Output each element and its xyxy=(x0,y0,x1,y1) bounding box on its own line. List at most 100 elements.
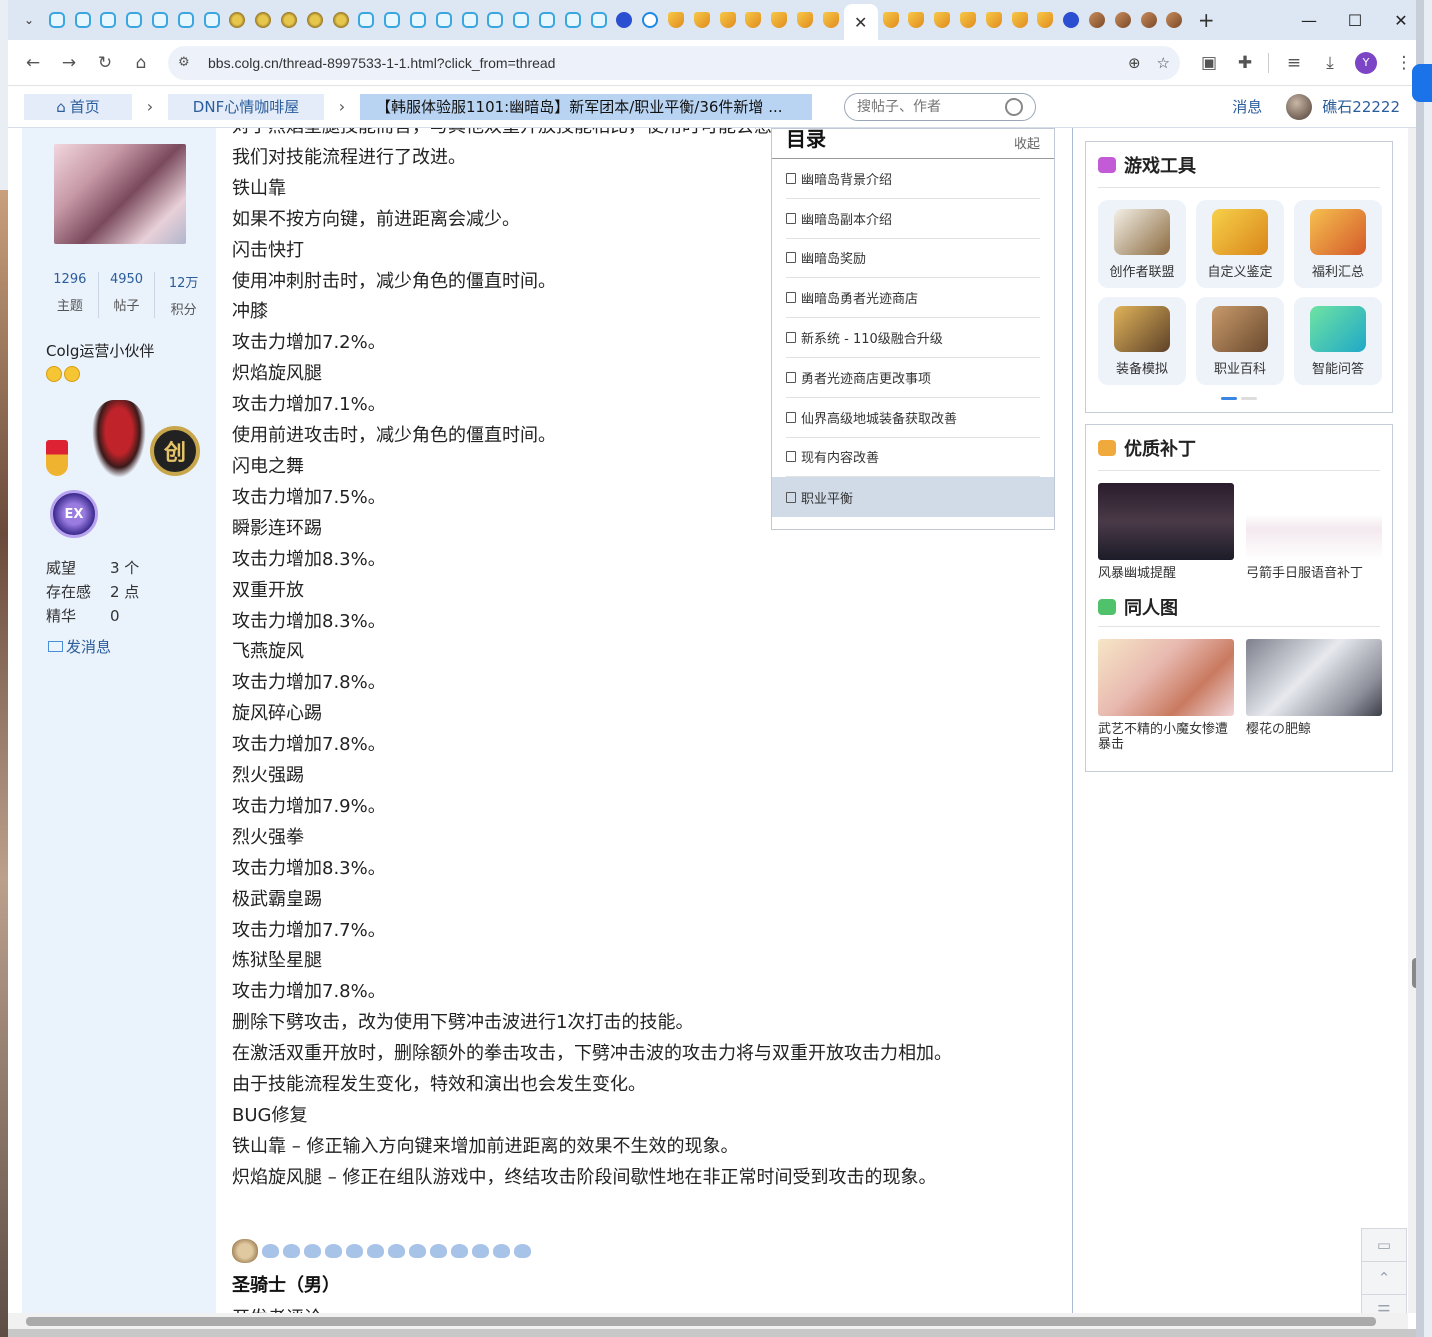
browser-tab[interactable] xyxy=(1110,5,1136,35)
browser-tab[interactable] xyxy=(663,5,689,35)
browser-tab[interactable] xyxy=(586,5,612,35)
user-menu[interactable]: 礁石22222 xyxy=(1286,93,1400,120)
toc-item[interactable]: 幽暗岛勇者光迹商店 xyxy=(786,278,1040,319)
browser-tab[interactable] xyxy=(457,5,483,35)
browser-tab[interactable] xyxy=(44,5,70,35)
browser-tab[interactable] xyxy=(225,5,251,35)
scrollbar-thumb[interactable] xyxy=(26,1317,1376,1326)
toc-item[interactable]: 职业平衡 xyxy=(772,477,1054,518)
patch-thumbnail[interactable] xyxy=(1246,483,1382,560)
tool-card[interactable]: 创作者联盟 xyxy=(1098,200,1186,288)
browser-tab[interactable] xyxy=(904,5,930,35)
browser-tab[interactable] xyxy=(929,5,955,35)
messages-link[interactable]: 消息 xyxy=(1232,96,1262,117)
browser-tab[interactable] xyxy=(689,5,715,35)
media-icon[interactable]: ▣ xyxy=(1192,46,1226,80)
browser-tab[interactable] xyxy=(147,5,173,35)
maximize-button[interactable]: ☐ xyxy=(1332,0,1378,40)
reading-list-icon[interactable]: ≡ xyxy=(1277,46,1311,80)
toc-item[interactable]: 新系统 - 110级融合升级 xyxy=(786,318,1040,358)
url-text[interactable]: bbs.colg.cn/thread-8997533-1-1.html?clic… xyxy=(208,55,1112,71)
horizontal-scrollbar[interactable] xyxy=(8,1313,1408,1329)
tool-card[interactable]: 智能问答 xyxy=(1294,297,1382,385)
browser-tab[interactable] xyxy=(715,5,741,35)
stat-item[interactable]: 4950 帖子 xyxy=(99,272,156,318)
toc-item[interactable]: 勇者光迹商店更改事项 xyxy=(786,358,1040,398)
browser-tab[interactable] xyxy=(1161,5,1187,35)
minimize-button[interactable]: — xyxy=(1286,0,1332,40)
character-badge-icon[interactable] xyxy=(92,400,146,478)
browser-tab[interactable] xyxy=(302,5,328,35)
browser-tab[interactable] xyxy=(328,5,354,35)
browser-tab[interactable] xyxy=(878,5,904,35)
side-panel-button[interactable] xyxy=(1412,64,1432,102)
active-tab[interactable]: ✕ xyxy=(843,4,878,40)
fanart-thumbnail[interactable] xyxy=(1098,639,1234,716)
browser-tab[interactable] xyxy=(508,5,534,35)
tool-card[interactable]: 装备模拟 xyxy=(1098,297,1186,385)
carousel-dot[interactable] xyxy=(1241,397,1257,400)
bookmark-star-icon[interactable]: ☆ xyxy=(1157,54,1170,72)
search-input[interactable] xyxy=(857,98,1005,115)
toc-collapse-button[interactable]: 收起 xyxy=(1014,133,1040,152)
stat-item[interactable]: 12万 积分 xyxy=(155,272,212,318)
search-icon[interactable] xyxy=(1005,97,1023,116)
comment-icon[interactable]: ▭ xyxy=(1361,1228,1407,1262)
browser-tab[interactable] xyxy=(955,5,981,35)
fanart-caption[interactable]: 武艺不精的小魔女惨遭暴击 xyxy=(1098,722,1234,752)
browser-tab[interactable] xyxy=(199,5,225,35)
toc-item[interactable]: 幽暗岛奖励 xyxy=(786,239,1040,279)
browser-tab[interactable] xyxy=(70,5,96,35)
patch-thumbnail[interactable] xyxy=(1098,483,1234,560)
browser-tab[interactable] xyxy=(96,5,122,35)
toc-item[interactable]: 现有内容改善 xyxy=(786,438,1040,478)
toc-item[interactable]: 幽暗岛背景介绍 xyxy=(786,159,1040,199)
browser-tab[interactable] xyxy=(981,5,1007,35)
forward-button[interactable]: → xyxy=(52,46,86,80)
browser-tab[interactable] xyxy=(766,5,792,35)
medal-icon[interactable] xyxy=(46,440,68,476)
browser-tab[interactable] xyxy=(612,5,638,35)
avatar[interactable] xyxy=(1286,93,1313,120)
stat-value[interactable]: 4950 xyxy=(99,272,155,287)
fanart-card[interactable]: 樱花の肥鲸 xyxy=(1246,639,1382,752)
back-button[interactable]: ← xyxy=(16,46,50,80)
browser-tab[interactable] xyxy=(431,5,457,35)
browser-tab[interactable] xyxy=(405,5,431,35)
ex-badge-icon[interactable]: EX xyxy=(50,490,98,538)
extensions-icon[interactable]: ✚ xyxy=(1228,46,1262,80)
tab-search-button[interactable]: ⌄ xyxy=(14,6,44,34)
breadcrumb-thread[interactable]: 【韩服体验服1101:幽暗岛】新军团本/职业平衡/36件新增 ... xyxy=(360,93,812,120)
username[interactable]: 礁石22222 xyxy=(1322,96,1400,117)
browser-tab[interactable] xyxy=(1084,5,1110,35)
tool-card[interactable]: 自定义鉴定 xyxy=(1196,200,1284,288)
tool-card[interactable]: 福利汇总 xyxy=(1294,200,1382,288)
browser-tab[interactable] xyxy=(379,5,405,35)
send-message-link[interactable]: 发消息 xyxy=(48,636,111,657)
browser-tab[interactable] xyxy=(534,5,560,35)
browser-tab[interactable] xyxy=(354,5,380,35)
browser-tab[interactable] xyxy=(1136,5,1162,35)
toc-item[interactable]: 仙界高级地城装备获取改善 xyxy=(786,398,1040,438)
stat-item[interactable]: 1296 主题 xyxy=(42,272,99,318)
fanart-thumbnail[interactable] xyxy=(1246,639,1382,716)
browser-tab[interactable] xyxy=(741,5,767,35)
list-icon[interactable]: ☰ xyxy=(1361,1294,1407,1313)
zoom-icon[interactable]: ⊕ xyxy=(1128,54,1141,72)
browser-tab[interactable] xyxy=(276,5,302,35)
toc-item[interactable]: 幽暗岛副本介绍 xyxy=(786,199,1040,239)
address-bar[interactable]: ⚙ bbs.colg.cn/thread-8997533-1-1.html?cl… xyxy=(168,45,1180,80)
back-to-top-icon[interactable]: ⌃ xyxy=(1361,1261,1407,1295)
patch-card[interactable]: 弓箭手日服语音补丁 xyxy=(1246,483,1382,581)
browser-tab[interactable] xyxy=(121,5,147,35)
close-icon[interactable]: ✕ xyxy=(854,13,867,32)
browser-tab[interactable] xyxy=(818,5,844,35)
patch-card[interactable]: 风暴幽城提醒 xyxy=(1098,483,1234,581)
patch-caption[interactable]: 弓箭手日服语音补丁 xyxy=(1246,566,1382,581)
carousel-dot[interactable] xyxy=(1221,397,1237,400)
profile-avatar[interactable]: Y xyxy=(1355,51,1377,74)
fanart-card[interactable]: 武艺不精的小魔女惨遭暴击 xyxy=(1098,639,1234,752)
breadcrumb-forum[interactable]: DNF心情咖啡屋 xyxy=(168,93,324,120)
stat-value[interactable]: 12万 xyxy=(155,272,212,291)
author-group[interactable]: Colg运营小伙伴 xyxy=(46,340,154,361)
